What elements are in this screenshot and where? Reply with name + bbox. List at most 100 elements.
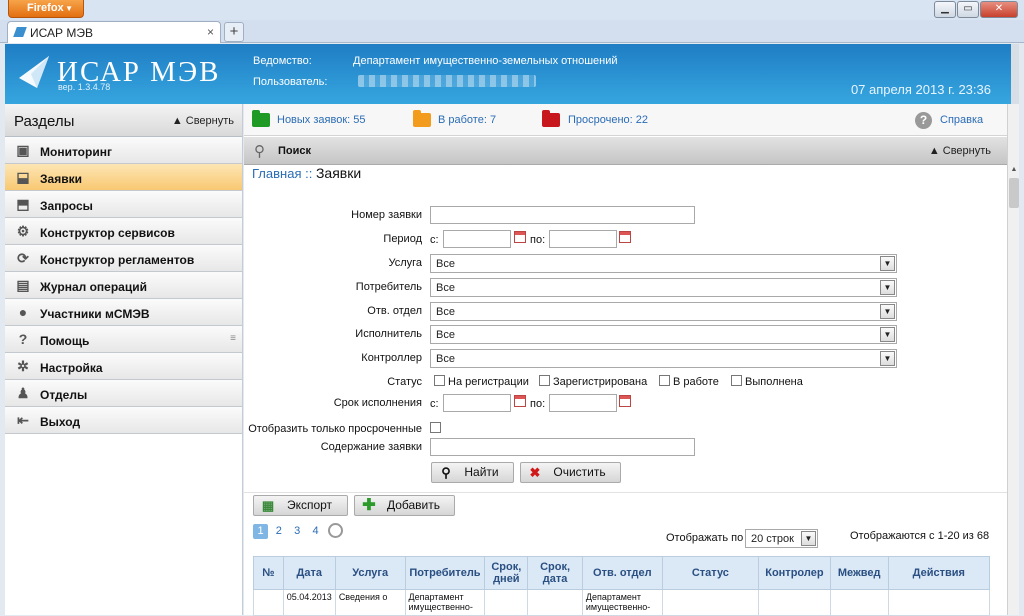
- service-select[interactable]: Все ▼: [430, 254, 897, 273]
- sidebar-item-queries[interactable]: ⬒ Запросы: [5, 191, 242, 218]
- period-to-input[interactable]: [549, 230, 617, 248]
- sidebar-collapse-button[interactable]: ▲ Свернуть: [172, 115, 234, 127]
- column-header[interactable]: №: [253, 556, 284, 590]
- sidebar-item-help[interactable]: ? Помощь ≡: [5, 326, 242, 353]
- calendar-icon[interactable]: [514, 231, 526, 243]
- dept-select[interactable]: Все ▼: [430, 302, 897, 321]
- calendar-icon[interactable]: [619, 395, 631, 407]
- status-option-label: Выполнена: [745, 376, 803, 388]
- status-in-work-checkbox[interactable]: [659, 375, 670, 386]
- add-button[interactable]: ✚ Добавить: [354, 495, 455, 516]
- app-header: ИСАР МЭВ вер. 1.3.4.78 Ведомство: Департ…: [5, 44, 1019, 104]
- sidebar-item-exit[interactable]: ⇤ Выход: [5, 407, 242, 434]
- status-registered-checkbox[interactable]: [539, 375, 550, 386]
- deadline-to-input[interactable]: [549, 394, 617, 412]
- table-header-row: № Дата Услуга Потребитель Срок, дней Сро…: [253, 556, 991, 590]
- period-from-input[interactable]: [443, 230, 511, 248]
- controller-select[interactable]: Все ▼: [430, 349, 897, 368]
- page-link[interactable]: 2: [271, 524, 286, 539]
- minimize-button[interactable]: ▁: [934, 1, 956, 18]
- column-header[interactable]: Срок, дата: [527, 556, 583, 590]
- export-button[interactable]: ▦ Экспорт: [253, 495, 348, 516]
- column-header[interactable]: Контролер: [757, 556, 831, 590]
- column-header[interactable]: Отв. отдел: [581, 556, 663, 590]
- sidebar-header: Разделы ▲ Свернуть: [5, 104, 242, 137]
- export-excel-icon: ▦: [261, 498, 275, 513]
- add-button-label: Добавить: [386, 498, 441, 512]
- overdue-link[interactable]: Просрочено: 22: [568, 114, 648, 126]
- status-registration-checkbox[interactable]: [434, 375, 445, 386]
- help-link[interactable]: Справка: [940, 114, 983, 126]
- chevron-down-icon: ▼: [880, 351, 895, 366]
- scroll-up-icon[interactable]: ▲: [1009, 166, 1019, 176]
- firefox-menu-button[interactable]: Firefox ▼: [8, 0, 84, 18]
- executor-label: Исполнитель: [355, 328, 422, 340]
- page-link[interactable]: 4: [308, 524, 323, 539]
- search-title: Поиск: [278, 145, 312, 157]
- main-content: Новых заявок: 55 В работе: 7 Просрочено:…: [244, 104, 1007, 616]
- table-cell: [757, 589, 831, 616]
- status-done-checkbox[interactable]: [731, 375, 742, 386]
- sidebar-item-settings[interactable]: ✲ Настройка: [5, 353, 242, 380]
- chevron-down-icon: ▼: [880, 327, 895, 342]
- clear-button[interactable]: ✖ Очистить: [520, 462, 621, 483]
- sidebar-item-label: Выход: [40, 415, 81, 429]
- new-tab-button[interactable]: +: [224, 22, 244, 42]
- current-datetime: 07 апреля 2013 г. 23:36: [850, 82, 991, 97]
- maximize-button[interactable]: ▭: [957, 1, 979, 18]
- sidebar-item-monitoring[interactable]: ▣ Мониторинг: [5, 137, 242, 164]
- table-row[interactable]: 05.04.2013 Сведения о Департамент имущес…: [253, 589, 991, 616]
- breadcrumb-home-link[interactable]: Главная ::: [252, 166, 312, 181]
- content-input[interactable]: [430, 438, 695, 456]
- sidebar-item-label: Настройка: [40, 361, 103, 375]
- inbox-icon: ⬓: [16, 169, 30, 185]
- sidebar-item-departments[interactable]: ♟ Отделы: [5, 380, 242, 407]
- calendar-icon[interactable]: [619, 231, 631, 243]
- find-button[interactable]: ⚲ Найти: [431, 462, 514, 483]
- version-label: вер. 1.3.4.78: [58, 82, 111, 92]
- rows-per-page-select[interactable]: 20 строк ▼: [745, 529, 818, 548]
- close-tab-icon[interactable]: ×: [207, 25, 214, 39]
- status-option-label: На регистрации: [448, 376, 529, 388]
- breadcrumb: Главная :: Заявки: [252, 165, 361, 181]
- column-header[interactable]: Статус: [661, 556, 759, 590]
- new-requests-link[interactable]: Новых заявок: 55: [277, 114, 365, 126]
- gear-icon: ⚙: [16, 223, 30, 239]
- page-link[interactable]: 3: [290, 524, 305, 539]
- user-icon: ●: [18, 304, 28, 320]
- status-label: Статус: [387, 376, 422, 388]
- sidebar-item-service-builder[interactable]: ⚙ Конструктор сервисов: [5, 218, 242, 245]
- sidebar-item-requests[interactable]: ⬓ Заявки: [5, 164, 242, 191]
- orange-folder-icon: [413, 110, 431, 127]
- next-page-icon[interactable]: [328, 523, 344, 538]
- page-link[interactable]: 1: [253, 524, 268, 539]
- overdue-only-checkbox[interactable]: [430, 422, 441, 433]
- sidebar-item-participants[interactable]: ● Участники мСМЭВ: [5, 299, 242, 326]
- column-header[interactable]: Потребитель: [404, 556, 486, 590]
- table-cell: Департамент имущественно-: [404, 589, 486, 616]
- close-window-button[interactable]: ✕: [980, 1, 1018, 18]
- consumer-label: Потребитель: [355, 281, 422, 293]
- search-panel-header: ⚲ Поиск ▲ Свернуть: [244, 137, 1007, 165]
- search-collapse-button[interactable]: ▲ Свернуть: [929, 145, 991, 157]
- table-cell: [661, 589, 759, 616]
- browser-tab[interactable]: ИСАР МЭВ ×: [7, 21, 221, 43]
- sidebar-item-regulation-builder[interactable]: ⟳ Конструктор регламентов: [5, 245, 242, 272]
- executor-select[interactable]: Все ▼: [430, 325, 897, 344]
- column-header[interactable]: Межвед: [829, 556, 889, 590]
- request-number-input[interactable]: [430, 206, 695, 224]
- vertical-scrollbar[interactable]: ▲: [1007, 104, 1019, 615]
- dept-label: Отв. отдел: [367, 305, 422, 317]
- calendar-icon[interactable]: [514, 395, 526, 407]
- in-work-link[interactable]: В работе: 7: [438, 114, 496, 126]
- green-folder-icon: [252, 110, 270, 127]
- expand-icon: ≡: [230, 333, 236, 344]
- sidebar-item-operations-log[interactable]: ▤ Журнал операций: [5, 272, 242, 299]
- column-header[interactable]: Дата: [282, 556, 336, 590]
- deadline-from-input[interactable]: [443, 394, 511, 412]
- status-option-label: Зарегистрирована: [553, 376, 648, 388]
- column-header[interactable]: Срок, дней: [484, 556, 529, 590]
- column-header[interactable]: Услуга: [334, 556, 406, 590]
- consumer-select[interactable]: Все ▼: [430, 278, 897, 297]
- scroll-thumb[interactable]: [1009, 178, 1019, 208]
